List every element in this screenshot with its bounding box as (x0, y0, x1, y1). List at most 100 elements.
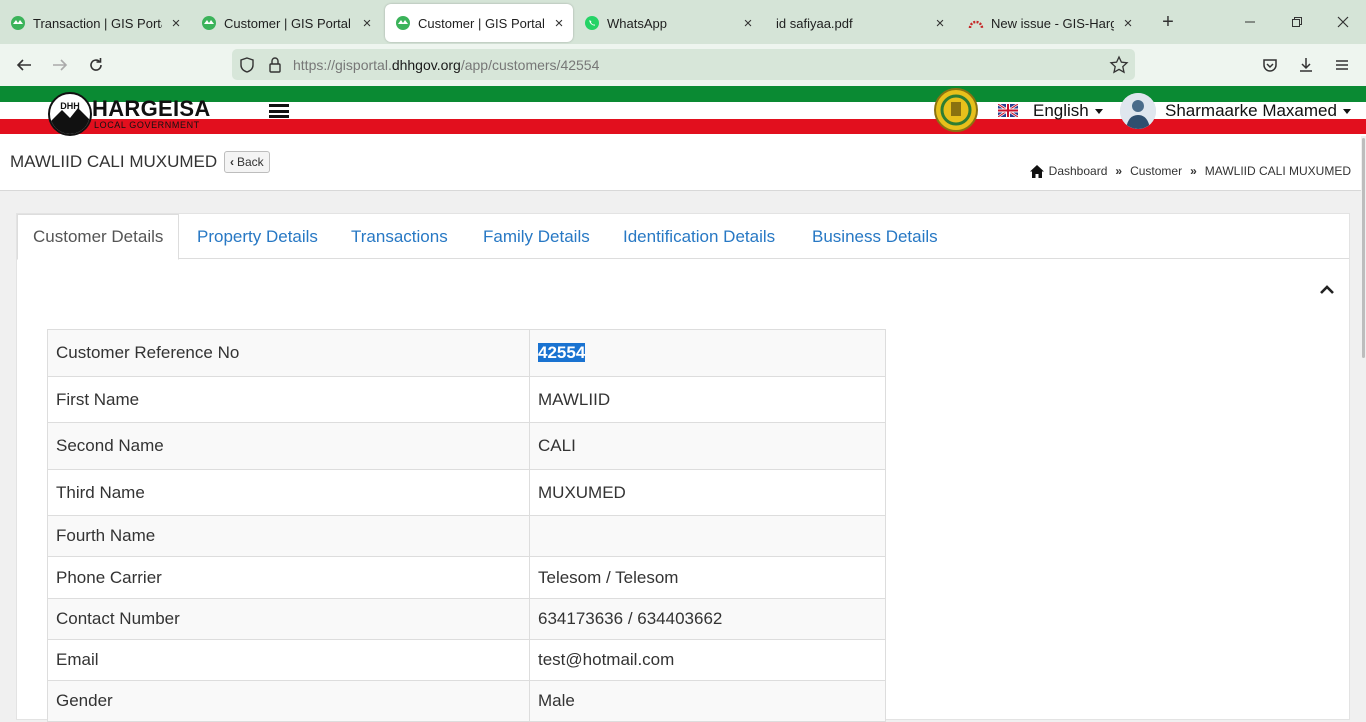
menu-icon (1336, 60, 1348, 70)
close-tab-icon[interactable]: × (545, 15, 573, 32)
whatsapp-icon (585, 16, 599, 30)
browser-tab[interactable]: New issue - GIS-Hargesia × (958, 4, 1142, 42)
tab-business-details[interactable]: Business Details (812, 214, 938, 259)
shield-icon[interactable] (238, 56, 256, 74)
field-value: test@hotmail.com (529, 639, 886, 681)
caret-down-icon (1094, 109, 1103, 115)
tab-property-details[interactable]: Property Details (197, 214, 318, 259)
uk-flag-icon[interactable] (998, 104, 1018, 117)
url-bar[interactable]: https://gisportal.dhhgov.org/app/custome… (232, 49, 1135, 80)
browser-tab-title: Customer | GIS Portal (418, 15, 545, 31)
field-label: First Name (47, 376, 530, 423)
browser-tab[interactable]: id safiyaa.pdf × (766, 4, 954, 42)
table-row: Third Name MUXUMED (47, 469, 886, 516)
minimize-button[interactable] (1232, 6, 1268, 38)
arrow-right-icon (53, 59, 68, 71)
downloads-button[interactable] (1292, 51, 1320, 79)
customer-panel: Customer Details Property Details Transa… (16, 213, 1350, 722)
browser-tab[interactable]: Transaction | GIS Portal × (0, 4, 190, 42)
close-tab-icon[interactable]: × (1114, 15, 1142, 32)
star-bookmark-icon[interactable] (1109, 55, 1129, 75)
close-tab-icon[interactable]: × (162, 15, 190, 32)
table-row: Gender Male (47, 680, 886, 722)
field-label: Fourth Name (47, 515, 530, 557)
logo-title: HARGEISA (92, 96, 211, 121)
language-dropdown[interactable]: English (1033, 101, 1103, 121)
restore-icon (1292, 17, 1302, 27)
language-label: English (1033, 101, 1089, 120)
tab-transactions[interactable]: Transactions (351, 214, 448, 259)
user-name-label: Sharmaarke Maxamed (1165, 101, 1337, 120)
field-value: 634173636 / 634403662 (529, 598, 886, 640)
chevron-left-icon: ‹ (230, 155, 234, 169)
new-tab-button[interactable]: + (1150, 6, 1186, 38)
reload-button[interactable] (82, 51, 110, 79)
user-menu-dropdown[interactable]: Sharmaarke Maxamed (1165, 101, 1351, 121)
lock-icon[interactable] (267, 56, 283, 74)
breadcrumb-separator: » (1190, 164, 1197, 178)
restore-button[interactable] (1279, 6, 1315, 38)
field-value: MUXUMED (529, 469, 886, 516)
table-row: Fourth Name (47, 515, 886, 557)
breadcrumb: Dashboard » Customer » MAWLIID CALI MUXU… (1029, 164, 1351, 178)
url-text: https://gisportal.dhhgov.org/app/custome… (293, 57, 600, 73)
field-label: Third Name (47, 469, 530, 516)
home-icon (1029, 164, 1044, 178)
caret-down-icon (1342, 109, 1351, 115)
field-value: Telesom / Telesom (529, 556, 886, 599)
pocket-button[interactable] (1256, 51, 1284, 79)
table-row: Phone Carrier Telesom / Telesom (47, 556, 886, 599)
field-label: Gender (47, 680, 530, 722)
field-value: CALI (529, 422, 886, 470)
field-label: Email (47, 639, 530, 681)
breadcrumb-current: MAWLIID CALI MUXUMED (1204, 164, 1351, 178)
browser-tab[interactable]: WhatsApp × (574, 4, 762, 42)
back-button[interactable]: ‹ Back (224, 151, 270, 173)
browser-tab[interactable]: Customer | GIS Portal × (191, 4, 381, 42)
gis-favicon-icon (396, 16, 410, 30)
close-tab-icon[interactable]: × (734, 15, 762, 32)
field-value: Male (529, 680, 886, 722)
minimize-icon (1245, 21, 1255, 23)
download-icon (1300, 58, 1312, 72)
table-row: Second Name CALI (47, 422, 886, 470)
tab-family-details[interactable]: Family Details (483, 214, 590, 259)
field-value (529, 515, 886, 557)
coat-of-arms-icon (940, 94, 972, 126)
sidebar-toggle-button[interactable] (269, 104, 289, 118)
tab-identification-details[interactable]: Identification Details (623, 214, 775, 259)
browser-tab-title: id safiyaa.pdf (776, 15, 853, 31)
logo-subtitle: LOCAL GOVERNMENT (94, 120, 200, 130)
field-label: Second Name (47, 422, 530, 470)
hargeisa-logo[interactable]: DHH (48, 92, 92, 136)
breadcrumb-dashboard[interactable]: Dashboard (1049, 164, 1108, 178)
government-emblem (934, 88, 978, 132)
breadcrumb-customer[interactable]: Customer (1130, 164, 1182, 178)
field-label: Phone Carrier (47, 556, 530, 599)
browser-toolbar: https://gisportal.dhhgov.org/app/custome… (0, 44, 1366, 86)
field-value: MAWLIID (529, 376, 886, 423)
customer-details-table: Customer Reference No 42554 First Name M… (47, 329, 886, 722)
issue-tracker-icon (968, 20, 984, 29)
user-avatar[interactable] (1120, 93, 1156, 129)
browser-tab-title: Transaction | GIS Portal (33, 15, 162, 31)
details-tab-bar: Customer Details Property Details Transa… (17, 214, 1349, 260)
close-window-button[interactable] (1325, 6, 1361, 38)
arrow-left-icon (16, 59, 31, 71)
page-title-bar: MAWLIID CALI MUXUMED ‹ Back Dashboard » … (0, 136, 1366, 191)
browser-tab-active[interactable]: Customer | GIS Portal × (385, 4, 573, 42)
table-row: Email test@hotmail.com (47, 639, 886, 681)
close-tab-icon[interactable]: × (926, 15, 954, 32)
close-icon (1337, 16, 1349, 28)
page-title: MAWLIID CALI MUXUMED (10, 152, 218, 171)
avatar-image (1120, 93, 1156, 129)
forward-nav-button[interactable] (46, 51, 74, 79)
scrollbar-thumb[interactable] (1362, 138, 1365, 358)
field-value: 42554 (529, 329, 886, 377)
field-label: Contact Number (47, 598, 530, 640)
back-nav-button[interactable] (10, 51, 38, 79)
chevron-up-icon[interactable] (1319, 284, 1335, 296)
tab-customer-details[interactable]: Customer Details (17, 214, 180, 260)
close-tab-icon[interactable]: × (353, 15, 381, 32)
app-menu-button[interactable] (1328, 51, 1356, 79)
